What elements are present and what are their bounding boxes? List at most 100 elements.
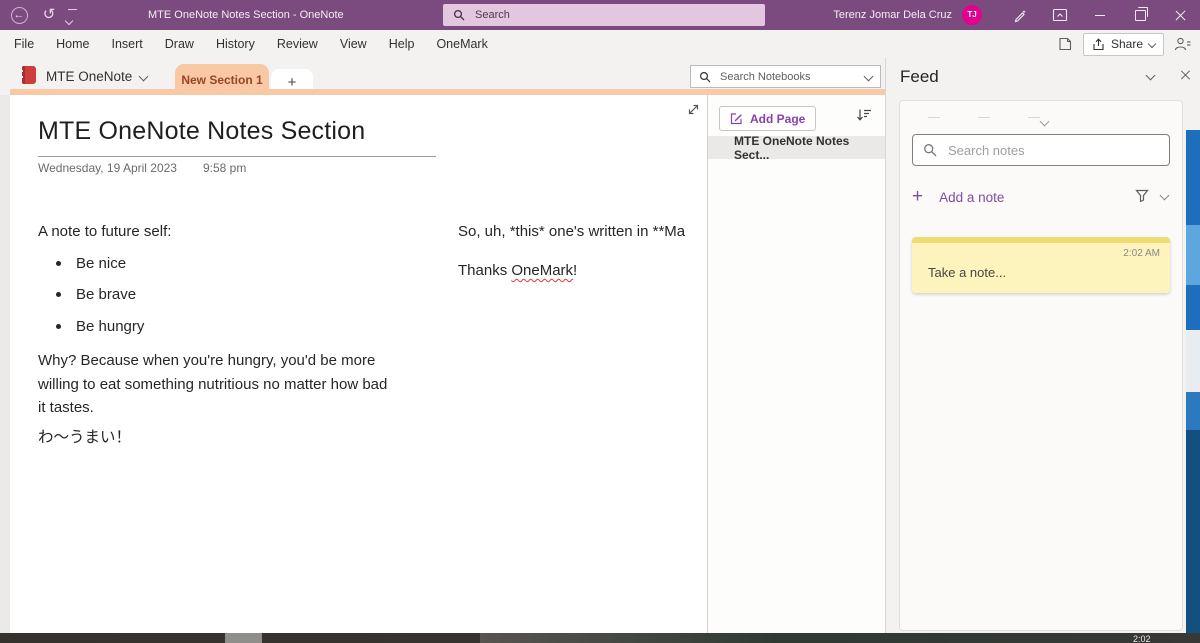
plus-icon: + [288, 74, 297, 91]
title-underline [38, 156, 436, 157]
list-item[interactable]: Be hungry [56, 318, 144, 335]
menu-draw[interactable]: Draw [154, 30, 205, 58]
desktop-edge [1186, 430, 1200, 633]
page-datetime: Wednesday, 19 April 2023 9:58 pm [38, 161, 246, 175]
note-paragraph[interactable]: Why? Because when you're hungry, you'd b… [38, 349, 390, 420]
side-note-line2[interactable]: Thanks OneMark! [458, 262, 577, 279]
restore-icon [1135, 10, 1146, 21]
menu-home[interactable]: Home [45, 30, 100, 58]
ribbon-display-options-button[interactable] [1040, 0, 1080, 30]
plus-icon[interactable]: + [912, 186, 923, 208]
bullet-text: Be hungry [76, 318, 144, 335]
pen-icon [1012, 7, 1028, 23]
feed-collapse-chevron-icon[interactable] [1146, 70, 1156, 80]
bullet-text: Be nice [76, 255, 126, 272]
section-tab-label: New Section 1 [181, 73, 262, 87]
note-text: Take a note... [928, 265, 1006, 280]
page-list-item-selected[interactable]: MTE OneNote Notes Sect... [708, 136, 886, 159]
page-item-title: MTE OneNote Notes Sect... [734, 134, 886, 162]
desktop-edge [1186, 330, 1200, 392]
page-list-panel: Add Page MTE OneNote Notes Sect... [707, 95, 885, 633]
bullet-icon [56, 292, 61, 297]
share-icon [1092, 38, 1105, 51]
close-icon [1175, 10, 1186, 21]
search-notebooks[interactable] [690, 65, 881, 88]
page-date: Wednesday, 19 April 2023 [38, 161, 177, 175]
add-note-button[interactable]: Add a note [939, 190, 1004, 205]
share-button[interactable]: Share [1083, 33, 1164, 56]
search-icon [453, 9, 465, 21]
ribbon-display-icon [1052, 8, 1068, 22]
search-notes-input[interactable] [946, 142, 1140, 159]
full-page-view-button[interactable] [686, 102, 701, 117]
add-page-button[interactable]: Add Page [719, 106, 816, 131]
notebook-chevron-icon [139, 72, 149, 82]
add-note-row: + Add a note [912, 183, 1170, 211]
customize-quick-access-icon[interactable] [66, 9, 78, 30]
search-notes-box[interactable] [912, 134, 1170, 166]
switch-windows-icon[interactable] [1057, 36, 1073, 52]
list-item[interactable]: Be nice [56, 255, 126, 272]
search-scope-chevron-icon[interactable] [864, 72, 874, 82]
bullet-text: Be brave [76, 286, 136, 303]
feed-person-icon[interactable] [1174, 36, 1192, 52]
menu-review[interactable]: Review [266, 30, 329, 58]
desktop-edge [1186, 285, 1200, 330]
feed-close-icon[interactable] [1180, 70, 1190, 80]
search-icon [699, 71, 711, 83]
note-japanese[interactable]: わ～うまい！ [38, 425, 131, 447]
side-line2-suffix: ! [573, 262, 577, 279]
taskbar[interactable]: 2:02 [0, 633, 1200, 643]
search-notebooks-input[interactable] [718, 70, 842, 84]
titlebar-right: Terenz Jomar Dela Cruz TJ [833, 0, 1200, 30]
avatar[interactable]: TJ [962, 5, 982, 25]
menu-insert[interactable]: Insert [101, 30, 154, 58]
misspelled-word: OneMark [511, 262, 573, 279]
desktop-edge [1186, 225, 1200, 285]
menu-view[interactable]: View [329, 30, 378, 58]
list-item[interactable]: Be brave [56, 286, 136, 303]
side-note-line1[interactable]: So, uh, *this* one's written in **Ma [458, 223, 710, 240]
feed-panel: Feed + Add a note [885, 58, 1200, 633]
left-gutter [0, 95, 10, 633]
page-title[interactable]: MTE OneNote Notes Section [38, 117, 365, 146]
title-bar: ← ↺ MTE OneNote Notes Section - OneNote … [0, 0, 1200, 30]
sort-pages-button[interactable] [856, 108, 872, 122]
filter-chevron-icon[interactable] [1160, 191, 1170, 201]
share-chevron-icon [1148, 40, 1156, 48]
desktop-edge [1186, 392, 1200, 430]
sticky-note-card[interactable]: 2:02 AM Take a note... [912, 237, 1170, 293]
menu-onemark[interactable]: OneMark [425, 30, 498, 58]
note-intro[interactable]: A note to future self: [38, 223, 171, 240]
menu-items: File Home Insert Draw History Review Vie… [3, 30, 499, 58]
undo-button[interactable]: ↺ [36, 0, 62, 30]
note-timestamp: 2:02 AM [1123, 248, 1160, 259]
onenote-window: ← ↺ MTE OneNote Notes Section - OneNote … [0, 0, 1200, 643]
notebook-icon [22, 66, 36, 84]
add-page-label: Add Page [750, 112, 805, 126]
minimize-icon [1095, 15, 1105, 16]
feed-content-card: + Add a note 2:02 AM Take a note... [899, 100, 1183, 631]
menu-history[interactable]: History [205, 30, 266, 58]
page-canvas[interactable]: MTE OneNote Notes Section Wednesday, 19 … [10, 95, 707, 633]
window-title: MTE OneNote Notes Section - OneNote [148, 0, 344, 30]
feed-header: Feed [900, 58, 1186, 96]
sort-icon [856, 108, 872, 122]
restore-button[interactable] [1120, 0, 1160, 30]
page-time: 9:58 pm [203, 161, 246, 175]
minimize-button[interactable] [1080, 0, 1120, 30]
chevron-down-icon [1041, 113, 1048, 131]
titlebar-search[interactable] [443, 4, 765, 26]
ink-pen-button[interactable] [1000, 0, 1040, 30]
back-button[interactable]: ← [6, 0, 32, 24]
back-icon: ← [11, 7, 28, 24]
titlebar-search-input[interactable] [473, 8, 707, 22]
feed-source-dropdown[interactable] [900, 109, 1182, 127]
menu-help[interactable]: Help [378, 30, 426, 58]
close-button[interactable] [1160, 0, 1200, 30]
menu-file[interactable]: File [3, 30, 45, 58]
filter-funnel-icon[interactable] [1135, 189, 1149, 202]
bullet-icon [56, 324, 61, 329]
compose-icon [730, 112, 743, 125]
expand-diagonal-icon [686, 102, 701, 117]
